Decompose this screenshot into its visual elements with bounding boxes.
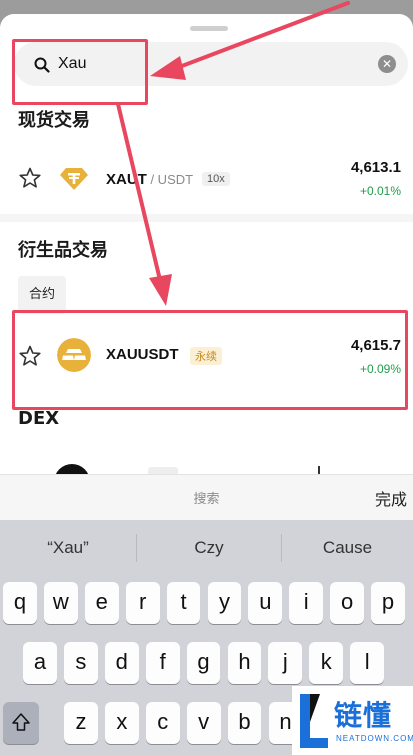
spot-change: +0.01% [359, 184, 401, 198]
spot-section-title: 现货交易 [18, 110, 90, 131]
key-w[interactable]: w [43, 582, 78, 624]
derivatives-section-title: 衍生品交易 [18, 240, 108, 261]
accessory-hint: 搜索 [193, 492, 220, 507]
key-i[interactable]: i [289, 582, 324, 624]
key-x[interactable]: x [104, 702, 139, 744]
annotation-box-result [12, 310, 408, 410]
key-y[interactable]: y [207, 582, 242, 624]
suggestion-1[interactable]: “Xau” [0, 538, 136, 558]
key-o[interactable]: o [330, 582, 365, 624]
spot-price: 4,613.1 [350, 159, 401, 176]
key-h[interactable]: h [227, 642, 262, 684]
watermark-logo-icon [300, 694, 328, 748]
dex-section-title: DEX [18, 408, 60, 429]
suggestion-2[interactable]: Czy [137, 538, 281, 558]
key-c[interactable]: c [145, 702, 180, 744]
watermark-subtext: NEATDOWN.COM [336, 734, 413, 743]
done-button[interactable]: 完成 [375, 486, 407, 510]
leverage-badge: 10x [202, 172, 230, 186]
key-t[interactable]: t [166, 582, 201, 624]
suggestion-3[interactable]: Cause [282, 538, 413, 558]
key-g[interactable]: g [186, 642, 221, 684]
key-u[interactable]: u [248, 582, 283, 624]
key-q[interactable]: q [3, 582, 37, 624]
key-v[interactable]: v [186, 702, 221, 744]
spot-base: XAUT [106, 171, 147, 188]
key-z[interactable]: z [64, 702, 98, 744]
key-j[interactable]: j [268, 642, 303, 684]
key-l[interactable]: l [350, 642, 385, 684]
star-icon[interactable] [18, 166, 42, 190]
section-divider [0, 214, 413, 222]
key-r[interactable]: r [125, 582, 160, 624]
filter-chip-contract[interactable]: 合约 [18, 276, 66, 314]
suggestion-bar: “Xau” Czy Cause [0, 520, 413, 578]
xaut-coin-icon [60, 168, 88, 190]
annotation-box-search [12, 39, 148, 105]
spot-row-xaut[interactable]: XAUT / USDT 10x 4,613.1 +0.01% [0, 150, 413, 210]
spot-quote: / USDT [146, 172, 194, 187]
key-a[interactable]: a [23, 642, 57, 684]
key-e[interactable]: e [84, 582, 119, 624]
shift-icon [12, 713, 30, 731]
key-s[interactable]: s [63, 642, 98, 684]
shift-key[interactable] [3, 702, 39, 744]
sheet-grabber[interactable] [190, 26, 228, 31]
key-f[interactable]: f [145, 642, 180, 684]
key-d[interactable]: d [104, 642, 139, 684]
key-b[interactable]: b [227, 702, 262, 744]
clear-icon[interactable]: ✕ [378, 55, 396, 73]
watermark-text: 链懂 [334, 699, 393, 732]
keyboard-accessory-bar: 搜索 完成 [0, 474, 413, 520]
key-k[interactable]: k [309, 642, 344, 684]
spot-pair-label: XAUT / USDT [106, 171, 193, 188]
watermark: 链懂 NEATDOWN.COM [292, 686, 413, 755]
key-p[interactable]: p [371, 582, 405, 624]
